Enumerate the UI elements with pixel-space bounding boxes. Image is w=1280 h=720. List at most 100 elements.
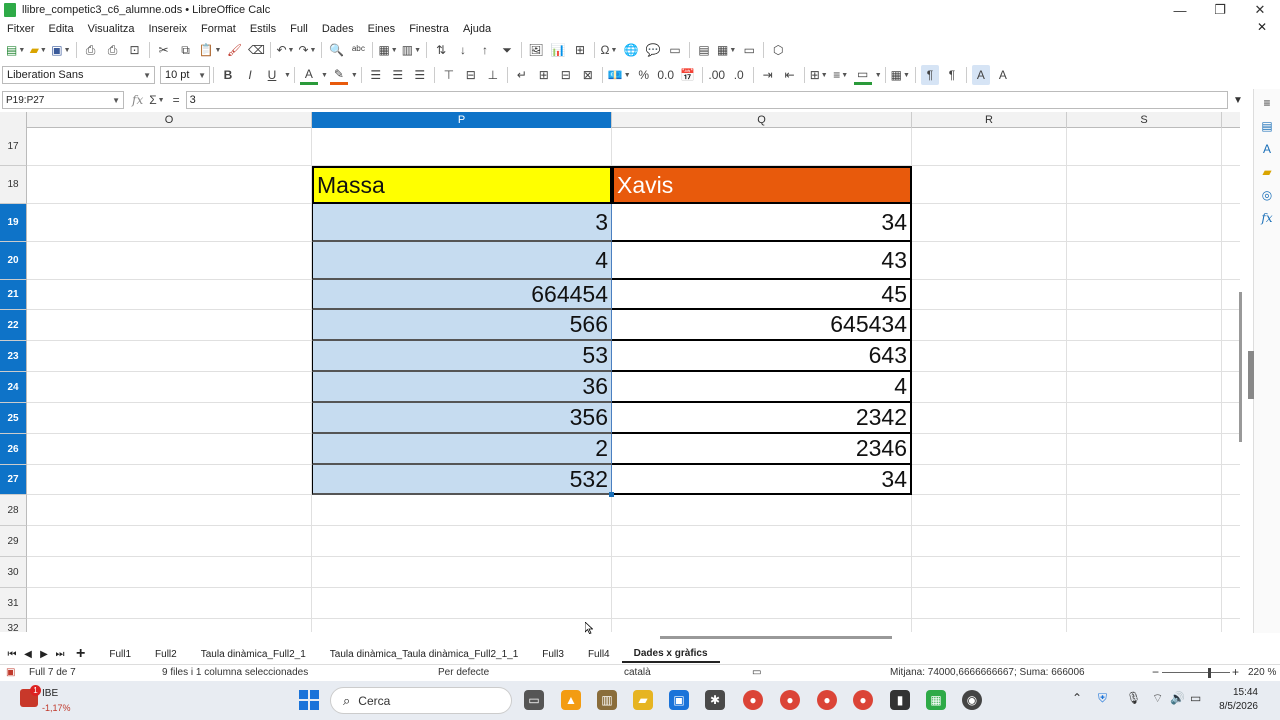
sidebar-menu-icon[interactable]: ≡ xyxy=(1258,94,1276,112)
row-header-28[interactable]: 28 xyxy=(0,495,27,526)
print-icon[interactable]: ⎙ xyxy=(104,40,122,60)
vertical-scrollbar[interactable] xyxy=(1238,112,1246,632)
task-view-icon[interactable]: ▭ xyxy=(524,690,544,710)
menu-ajuda[interactable]: Ajuda xyxy=(456,23,498,35)
new-document-icon[interactable]: ▤ ▼ xyxy=(6,40,25,60)
freeze-rows-columns-icon[interactable]: ▦ ▼ xyxy=(717,40,736,60)
navigator-icon[interactable]: ◎ xyxy=(1258,186,1276,204)
align-middle-icon[interactable]: ⊟ xyxy=(462,65,480,85)
expand-formula-bar-icon[interactable]: ▼ xyxy=(1228,95,1248,106)
header-footer-icon[interactable]: ▭ xyxy=(666,40,684,60)
text-direction-ltr-icon[interactable]: ¶ xyxy=(920,65,939,85)
align-center-icon[interactable]: ☰ xyxy=(389,65,407,85)
align-right-icon[interactable]: ☰ xyxy=(411,65,429,85)
menu-visualitza[interactable]: Visualitza xyxy=(81,23,142,35)
highlight-color-icon[interactable]: ✎ xyxy=(329,65,348,85)
styles-icon[interactable]: A xyxy=(1258,140,1276,158)
insert-chart-icon[interactable]: 📊 xyxy=(549,40,567,60)
increase-indent-icon[interactable]: ⇥ xyxy=(759,65,777,85)
undo-icon[interactable]: ↶ ▼ xyxy=(276,40,294,60)
save-icon[interactable]: ▣ ▼ xyxy=(51,40,70,60)
taskbar-search[interactable]: ⌕ Cerca xyxy=(330,687,512,714)
menu-estils[interactable]: Estils xyxy=(243,23,283,35)
zoom-level[interactable]: 220 % xyxy=(1248,667,1276,678)
clone-formatting-icon[interactable]: 🖌 xyxy=(225,40,243,60)
battery-icon[interactable]: ▭ xyxy=(1190,691,1201,705)
sort-ascending-icon[interactable]: ↓ xyxy=(454,40,472,60)
row-header-17[interactable]: 17 xyxy=(0,128,27,166)
clear-formatting-icon[interactable]: ⌫ xyxy=(247,40,265,60)
row-header-31[interactable]: 31 xyxy=(0,588,27,619)
spreadsheet-grid[interactable]: OPQRS 17 18 19 20 21 22 23 24 25 26 27 28 29 30 31 32 M… xyxy=(0,112,1240,632)
zoom-slider-handle[interactable] xyxy=(1208,668,1211,678)
massa-cell[interactable]: 356 xyxy=(312,403,612,434)
properties-icon[interactable]: ▤ xyxy=(1258,117,1276,135)
maximize-button[interactable]: ❐ xyxy=(1200,0,1240,20)
menu-format[interactable]: Format xyxy=(194,23,243,35)
selection-mode-icon[interactable]: ▭ xyxy=(752,667,761,678)
row-header-21[interactable]: 21 xyxy=(0,280,27,310)
conditional-format-icon[interactable]: ▦ ▼ xyxy=(891,65,910,85)
functions-icon[interactable]: fx xyxy=(1258,209,1276,227)
fill-handle[interactable] xyxy=(609,492,614,497)
function-wizard-icon[interactable]: fx xyxy=(132,93,143,107)
text-orientation-horizontal-icon[interactable]: A xyxy=(971,65,990,85)
library-icon[interactable]: ▥ xyxy=(597,690,617,710)
cut-icon[interactable]: ✂ xyxy=(155,40,173,60)
name-box[interactable]: P19:P27 ▼ xyxy=(2,91,124,109)
menu-eines[interactable]: Eines xyxy=(361,23,403,35)
comment-icon[interactable]: 💬 xyxy=(644,40,662,60)
column-header-r[interactable]: R xyxy=(912,112,1067,128)
xavis-cell[interactable]: 643 xyxy=(612,341,912,372)
row-header-26[interactable]: 26 xyxy=(0,434,27,465)
massa-cell[interactable]: 664454 xyxy=(312,280,612,310)
xavis-cell[interactable]: 34 xyxy=(612,204,912,242)
security-icon[interactable]: ⛨ xyxy=(1098,691,1107,706)
store-icon[interactable]: ▣ xyxy=(669,690,689,710)
menu-edita[interactable]: Edita xyxy=(42,23,81,35)
column-header-o[interactable]: O xyxy=(27,112,312,128)
print-preview-icon[interactable]: ⊡ xyxy=(126,40,144,60)
row-header-29[interactable]: 29 xyxy=(0,526,27,557)
sort-descending-icon[interactable]: ↑ xyxy=(476,40,494,60)
insert-image-icon[interactable]: 🖼 xyxy=(527,40,545,60)
xavis-cell[interactable]: 43 xyxy=(612,242,912,280)
sheet-tab[interactable]: Dades x gràfics xyxy=(621,645,720,663)
horizontal-scrollbar-thumb[interactable] xyxy=(660,636,892,639)
massa-cell[interactable]: 532 xyxy=(312,465,612,495)
hyperlink-icon[interactable]: 🌐 xyxy=(622,40,640,60)
date-format-icon[interactable]: 📅 xyxy=(679,65,697,85)
show-draw-functions-icon[interactable]: ⬡ xyxy=(769,40,787,60)
xavis-cell[interactable]: 4 xyxy=(612,372,912,403)
zoom-out-button[interactable]: − xyxy=(1152,665,1159,679)
border-color-icon[interactable]: ▭ xyxy=(853,65,872,85)
previous-sheet-icon[interactable]: ◀ xyxy=(20,649,36,660)
menu-dades[interactable]: Dades xyxy=(315,23,361,35)
align-top-icon[interactable]: ⊤ xyxy=(440,65,458,85)
massa-cell[interactable]: 566 xyxy=(312,310,612,341)
first-sheet-icon[interactable]: ⏮ xyxy=(4,649,20,660)
redo-icon[interactable]: ↷ ▼ xyxy=(298,40,316,60)
row-header-18[interactable]: 18 xyxy=(0,166,27,204)
align-bottom-icon[interactable]: ⊥ xyxy=(484,65,502,85)
column-header-s[interactable]: S xyxy=(1067,112,1222,128)
menu-insereix[interactable]: Insereix xyxy=(141,23,194,35)
merge-cells-icon[interactable]: ⊟ xyxy=(557,65,575,85)
xavis-cell[interactable]: 2342 xyxy=(612,403,912,434)
chrome-icon[interactable]: ● xyxy=(743,690,763,710)
sum-info[interactable]: Mitjana: 74000,6666666667; Suma: 666006 xyxy=(890,667,1085,678)
row-header-27[interactable]: 27 xyxy=(0,465,27,495)
windows-start-icon[interactable] xyxy=(299,690,319,710)
border-style-icon[interactable]: ≡ ▼ xyxy=(832,65,850,85)
language[interactable]: català xyxy=(624,667,651,678)
open-folder-icon[interactable]: ▰ ▼ xyxy=(29,40,47,60)
wrap-text-icon[interactable]: ↵ xyxy=(513,65,531,85)
massa-cell[interactable]: 3 xyxy=(312,204,612,242)
row-header-19[interactable]: 19 xyxy=(0,204,27,242)
row-header-22[interactable]: 22 xyxy=(0,310,27,341)
sheet-tab[interactable]: Full4 xyxy=(576,645,622,663)
minimize-button[interactable]: — xyxy=(1160,0,1200,20)
taskbar-clock[interactable]: 15:44 8/5/2026 xyxy=(1219,686,1258,714)
formula-input[interactable]: 3 xyxy=(185,91,1228,109)
merge-center-icon[interactable]: ⊞ xyxy=(535,65,553,85)
